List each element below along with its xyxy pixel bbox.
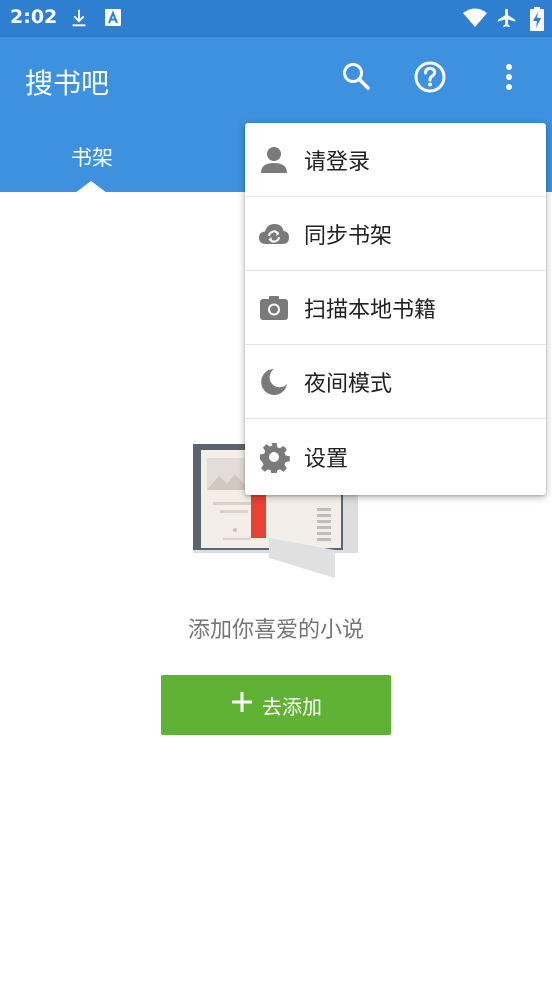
plus-icon	[230, 690, 254, 720]
add-novel-button[interactable]: 去添加	[161, 675, 391, 735]
camera-icon	[258, 292, 290, 324]
a-icon	[104, 7, 122, 33]
moon-icon	[258, 366, 290, 398]
more-vert-icon[interactable]	[498, 60, 520, 98]
cloud-sync-icon	[258, 218, 290, 250]
menu-label-settings: 设置	[304, 447, 349, 472]
battery-charging-icon	[530, 7, 544, 35]
tab-bookshelf[interactable]: 书架	[52, 142, 132, 172]
menu-label-login: 请登录	[304, 149, 371, 175]
download-icon	[68, 7, 90, 33]
help-icon[interactable]	[413, 60, 447, 98]
search-icon[interactable]	[340, 60, 372, 96]
gear-icon	[258, 441, 290, 475]
menu-label-sync-bookshelf: 同步书架	[304, 223, 393, 249]
overflow-menu: 请登录 同步书架 扫描本地书籍 夜间模式 设置	[245, 123, 546, 495]
wifi-icon	[462, 7, 488, 33]
menu-item-login[interactable]: 请登录	[245, 123, 546, 197]
menu-item-settings[interactable]: 设置	[245, 419, 546, 495]
menu-item-scan-local-books[interactable]: 扫描本地书籍	[245, 271, 546, 345]
add-button-label: 去添加	[262, 694, 322, 719]
app-title: 搜书吧	[25, 67, 110, 100]
status-time: 2:02	[10, 6, 58, 28]
menu-label-night-mode: 夜间模式	[304, 371, 393, 397]
menu-item-night-mode[interactable]: 夜间模式	[245, 345, 546, 419]
menu-item-sync-bookshelf[interactable]: 同步书架	[245, 197, 546, 271]
status-bar: 2:02	[0, 0, 552, 37]
person-icon	[258, 144, 290, 176]
tab-indicator	[75, 181, 107, 193]
menu-label-scan-local-books: 扫描本地书籍	[304, 297, 437, 323]
airplane-icon	[496, 7, 518, 33]
empty-message: 添加你喜爱的小说	[187, 618, 364, 643]
